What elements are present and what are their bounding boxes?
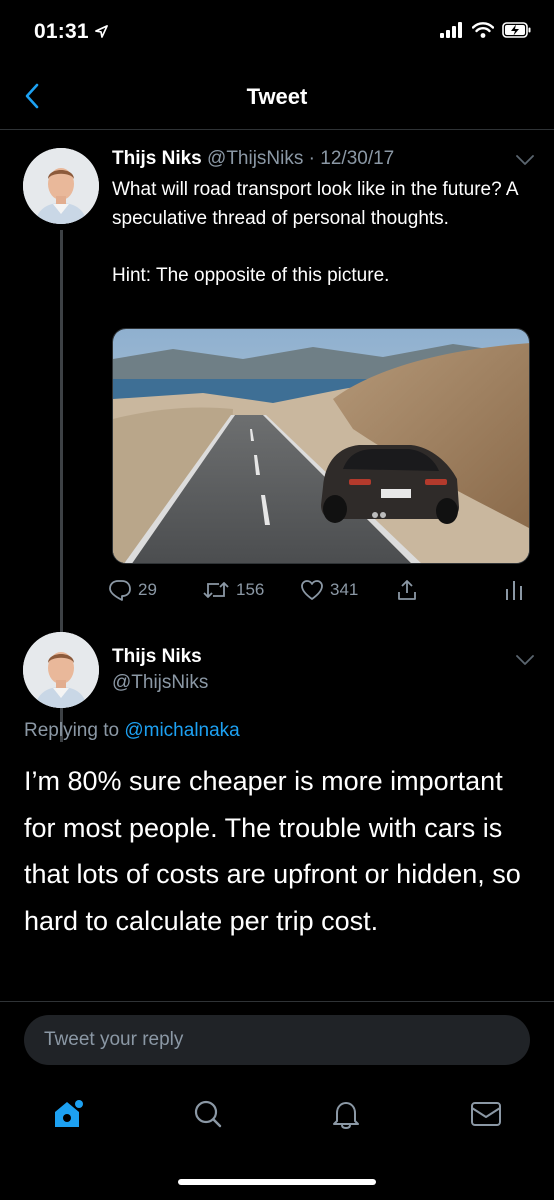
tab-home[interactable] — [38, 1092, 98, 1136]
messages-icon — [471, 1102, 501, 1126]
focused-tweet: Thijs Niks @ThijsNiks Replying to @micha… — [0, 610, 554, 1002]
chevron-down-icon — [516, 155, 534, 165]
author-name[interactable]: Thijs Niks — [112, 148, 202, 169]
retweet-icon — [203, 582, 229, 598]
more-options-button[interactable] — [513, 648, 537, 672]
reply-icon — [109, 580, 131, 601]
chevron-down-icon — [516, 655, 534, 665]
share-icon — [398, 580, 416, 600]
retweet-count: 156 — [236, 580, 265, 599]
reply-count: 29 — [138, 580, 157, 599]
car-photo — [113, 329, 529, 563]
tab-search[interactable] — [178, 1092, 238, 1136]
notifications-icon — [333, 1102, 359, 1129]
status-time-wrap: 01:31 — [34, 20, 108, 44]
avatar[interactable] — [23, 148, 99, 224]
tweet-header: Thijs Niks @ThijsNiks · 12/30/17 — [112, 148, 394, 170]
avatar[interactable] — [23, 632, 99, 708]
like-button[interactable]: 341 — [300, 572, 358, 608]
home-indicator[interactable] — [178, 1179, 376, 1185]
replying-to-mention[interactable]: @michalnaka — [124, 720, 239, 741]
separator-dot: · — [308, 148, 315, 169]
analytics-button[interactable] — [504, 572, 524, 608]
retweet-button[interactable]: 156 — [202, 572, 264, 608]
status-indicators — [440, 22, 532, 43]
more-options-button[interactable] — [513, 148, 537, 172]
parent-tweet[interactable]: Thijs Niks @ThijsNiks · 12/30/17 What wi… — [0, 130, 554, 742]
replying-to-label: Replying to — [24, 720, 125, 741]
status-time: 01:31 — [34, 20, 89, 43]
tweet-actions: 29 156 341 — [108, 572, 536, 608]
battery-charging-icon — [502, 22, 532, 43]
tweet-image[interactable] — [112, 328, 530, 564]
reply-compose-input[interactable]: Tweet your reply — [24, 1015, 530, 1065]
search-icon — [194, 1100, 222, 1128]
home-icon — [55, 1100, 83, 1127]
tweet-text: What will road transport look like in th… — [112, 179, 518, 286]
page-title: Tweet — [246, 84, 308, 109]
share-button[interactable] — [396, 572, 418, 608]
author-handle: @ThijsNiks — [207, 148, 304, 169]
navigation-bar: Tweet — [0, 64, 554, 130]
status-bar: 01:31 — [0, 0, 554, 64]
location-arrow-icon — [94, 20, 108, 44]
heart-icon — [301, 580, 323, 600]
tweet-date: 12/30/17 — [320, 148, 395, 169]
tab-notifications[interactable] — [316, 1092, 376, 1136]
replying-to: Replying to @michalnaka — [24, 720, 240, 742]
author-name[interactable]: Thijs Niks — [112, 646, 202, 668]
tab-messages[interactable] — [456, 1092, 516, 1136]
like-count: 341 — [330, 580, 359, 599]
analytics-icon — [506, 581, 522, 600]
reply-button[interactable]: 29 — [108, 572, 157, 608]
tweet-text: I’m 80% sure cheaper is more important f… — [24, 766, 521, 936]
signal-icon — [440, 22, 464, 43]
wifi-icon — [471, 22, 495, 43]
compose-placeholder: Tweet your reply — [44, 1029, 184, 1050]
author-handle: @ThijsNiks — [112, 672, 209, 693]
